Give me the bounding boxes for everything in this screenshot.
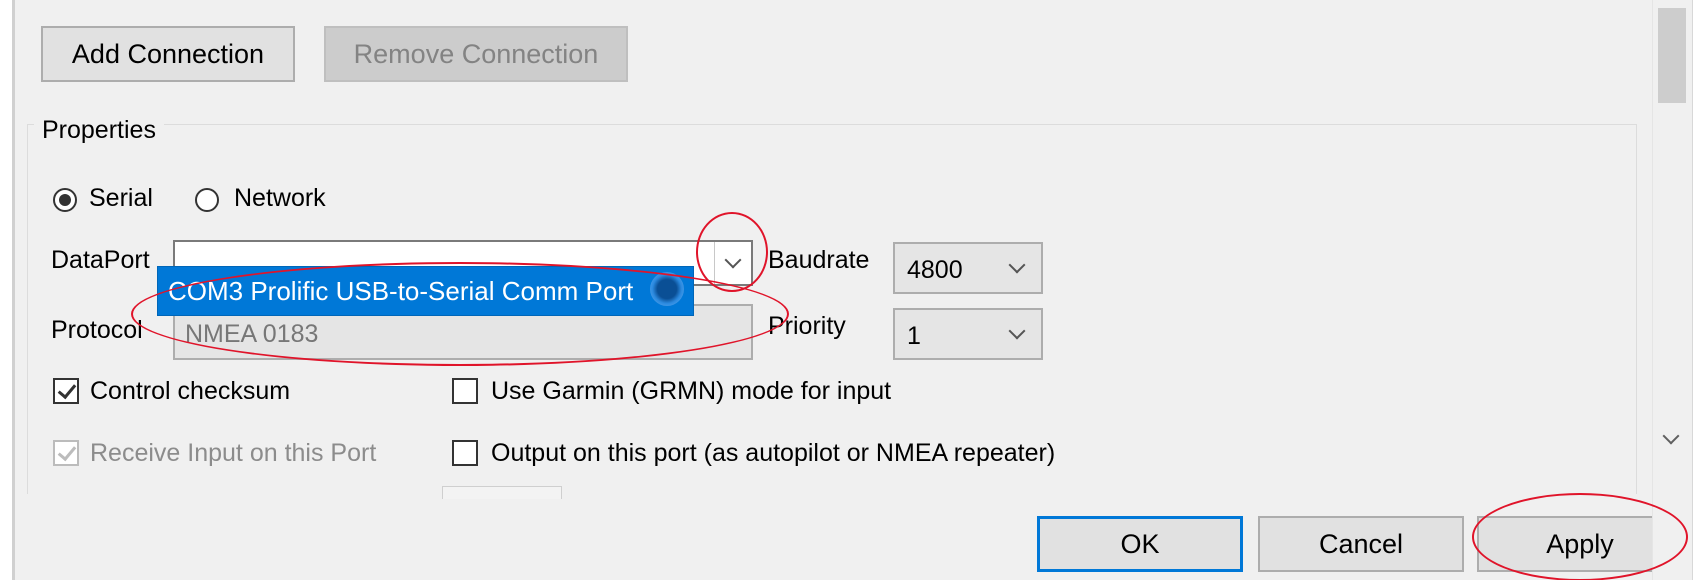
priority-value: 1 <box>907 322 921 350</box>
control-checksum-label: Control checksum <box>90 377 291 405</box>
output-port-label: Output on this port (as autopilot or NME… <box>491 439 1056 467</box>
priority-combobox[interactable]: 1 <box>893 308 1043 360</box>
baudrate-combobox[interactable]: 4800 <box>893 242 1043 294</box>
properties-group-label: Properties <box>34 116 164 145</box>
protocol-label: Protocol <box>51 316 143 344</box>
receive-input-label: Receive Input on this Port <box>90 439 377 467</box>
clipped-control <box>442 486 562 499</box>
serial-radio[interactable] <box>53 188 77 212</box>
cancel-button[interactable]: Cancel <box>1258 516 1464 572</box>
dataport-dropdown-button[interactable] <box>714 242 751 284</box>
protocol-value: NMEA 0183 <box>185 320 319 348</box>
ok-button[interactable]: OK <box>1037 516 1243 572</box>
priority-label: Priority <box>768 312 846 340</box>
baudrate-value: 4800 <box>907 256 963 284</box>
busy-cursor-icon <box>650 272 684 306</box>
network-radio-label: Network <box>234 184 326 212</box>
dataport-label: DataPort <box>51 246 150 274</box>
remove-connection-button[interactable]: Remove Connection <box>324 26 628 82</box>
use-garmin-label: Use Garmin (GRMN) mode for input <box>491 377 892 405</box>
control-checksum-checkbox[interactable] <box>53 378 79 404</box>
network-radio[interactable] <box>195 188 219 212</box>
dataport-option-com3[interactable]: COM3 Prolific USB-to-Serial Comm Port <box>168 276 633 307</box>
baudrate-label: Baudrate <box>768 246 870 274</box>
dataport-dropdown-list: COM3 Prolific USB-to-Serial Comm Port <box>157 266 694 316</box>
chevron-down-icon <box>724 251 742 269</box>
output-port-checkbox[interactable] <box>452 440 478 466</box>
use-garmin-checkbox[interactable] <box>452 378 478 404</box>
chevron-down-icon <box>1008 322 1026 340</box>
receive-input-checkbox[interactable] <box>53 440 79 466</box>
add-connection-button[interactable]: Add Connection <box>41 26 295 82</box>
scrollbar-thumb[interactable] <box>1658 8 1686 103</box>
chevron-down-icon <box>1008 256 1026 274</box>
window-edge <box>1692 0 1706 580</box>
connections-dialog: Add Connection Remove Connection Propert… <box>0 0 1706 580</box>
serial-radio-label: Serial <box>89 184 153 212</box>
